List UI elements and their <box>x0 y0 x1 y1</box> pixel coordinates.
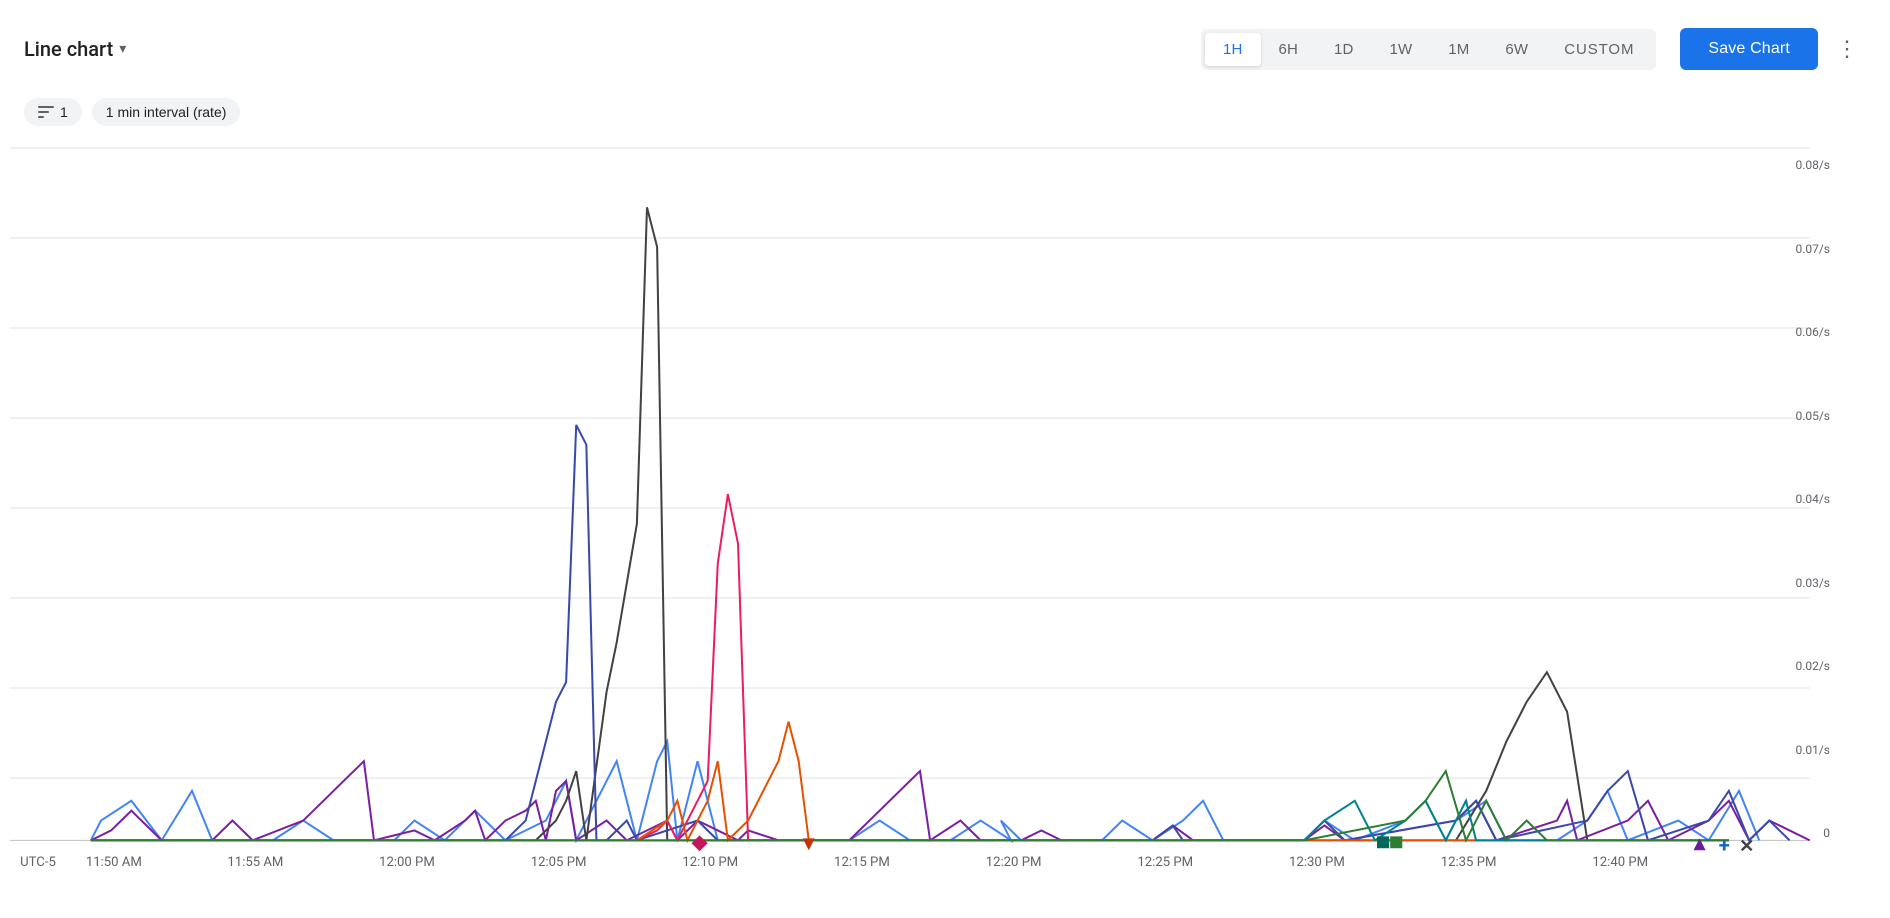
chart-type-label: Line chart <box>24 37 113 61</box>
time-btn-1w[interactable]: 1W <box>1371 33 1430 66</box>
marker-triangle-down <box>803 838 815 850</box>
page-header: Line chart ▾ 1H 6H 1D 1W 1M 6W CUSTOM Sa… <box>0 0 1890 90</box>
filter-icon <box>38 106 54 118</box>
svg-text:12:25 PM: 12:25 PM <box>1137 855 1193 870</box>
time-btn-6h[interactable]: 6H <box>1261 33 1316 66</box>
svg-text:12:40 PM: 12:40 PM <box>1592 855 1648 870</box>
svg-text:12:10 PM: 12:10 PM <box>682 855 738 870</box>
y-label-5: 0.03/s <box>1795 576 1830 590</box>
chart-area: UTC-5 11:50 AM 11:55 AM 12:00 PM 12:05 P… <box>10 148 1830 870</box>
svg-text:12:35 PM: 12:35 PM <box>1441 855 1497 870</box>
svg-text:11:50 AM: 11:50 AM <box>86 855 142 870</box>
y-label-1: 0.07/s <box>1795 242 1830 256</box>
chart-container: UTC-5 11:50 AM 11:55 AM 12:00 PM 12:05 P… <box>0 138 1890 910</box>
time-btn-1m[interactable]: 1M <box>1430 33 1487 66</box>
interval-button[interactable]: 1 min interval (rate) <box>92 98 241 126</box>
y-axis-labels: 0.08/s 0.07/s 0.06/s 0.05/s 0.04/s 0.03/… <box>1775 158 1830 840</box>
time-range-group: 1H 6H 1D 1W 1M 6W CUSTOM <box>1201 29 1656 70</box>
marker-square-2 <box>1390 836 1402 848</box>
time-btn-6w[interactable]: 6W <box>1487 33 1546 66</box>
svg-text:12:30 PM: 12:30 PM <box>1289 855 1345 870</box>
y-label-8: 0 <box>1823 826 1830 840</box>
more-options-button[interactable]: ⋮ <box>1830 28 1866 70</box>
filter-count: 1 <box>60 104 68 120</box>
interval-label: 1 min interval (rate) <box>106 104 227 120</box>
svg-text:UTC-5: UTC-5 <box>20 855 56 870</box>
svg-text:12:05 PM: 12:05 PM <box>531 855 587 870</box>
marker-plus: + <box>1719 833 1730 857</box>
marker-square-1 <box>1377 836 1389 848</box>
marker-x: ✕ <box>1739 836 1754 857</box>
marker-diamond <box>691 835 707 851</box>
toolbar: 1 1 min interval (rate) <box>0 90 1890 138</box>
svg-text:12:20 PM: 12:20 PM <box>986 855 1042 870</box>
y-label-7: 0.01/s <box>1795 743 1830 757</box>
svg-text:12:00 PM: 12:00 PM <box>379 855 435 870</box>
svg-text:11:55 AM: 11:55 AM <box>227 855 283 870</box>
time-btn-custom[interactable]: CUSTOM <box>1546 33 1652 66</box>
chart-type-selector[interactable]: Line chart ▾ <box>24 37 1189 61</box>
svg-text:12:15 PM: 12:15 PM <box>834 855 890 870</box>
y-label-0: 0.08/s <box>1795 158 1830 172</box>
y-label-6: 0.02/s <box>1795 659 1830 673</box>
dropdown-arrow-icon: ▾ <box>119 41 126 57</box>
time-btn-1d[interactable]: 1D <box>1316 33 1371 66</box>
time-btn-1h[interactable]: 1H <box>1205 33 1260 66</box>
y-label-4: 0.04/s <box>1795 492 1830 506</box>
y-label-3: 0.05/s <box>1795 409 1830 423</box>
save-chart-button[interactable]: Save Chart <box>1680 28 1818 70</box>
filter-button[interactable]: 1 <box>24 98 82 126</box>
y-label-2: 0.06/s <box>1795 325 1830 339</box>
chart-svg: UTC-5 11:50 AM 11:55 AM 12:00 PM 12:05 P… <box>10 148 1830 870</box>
